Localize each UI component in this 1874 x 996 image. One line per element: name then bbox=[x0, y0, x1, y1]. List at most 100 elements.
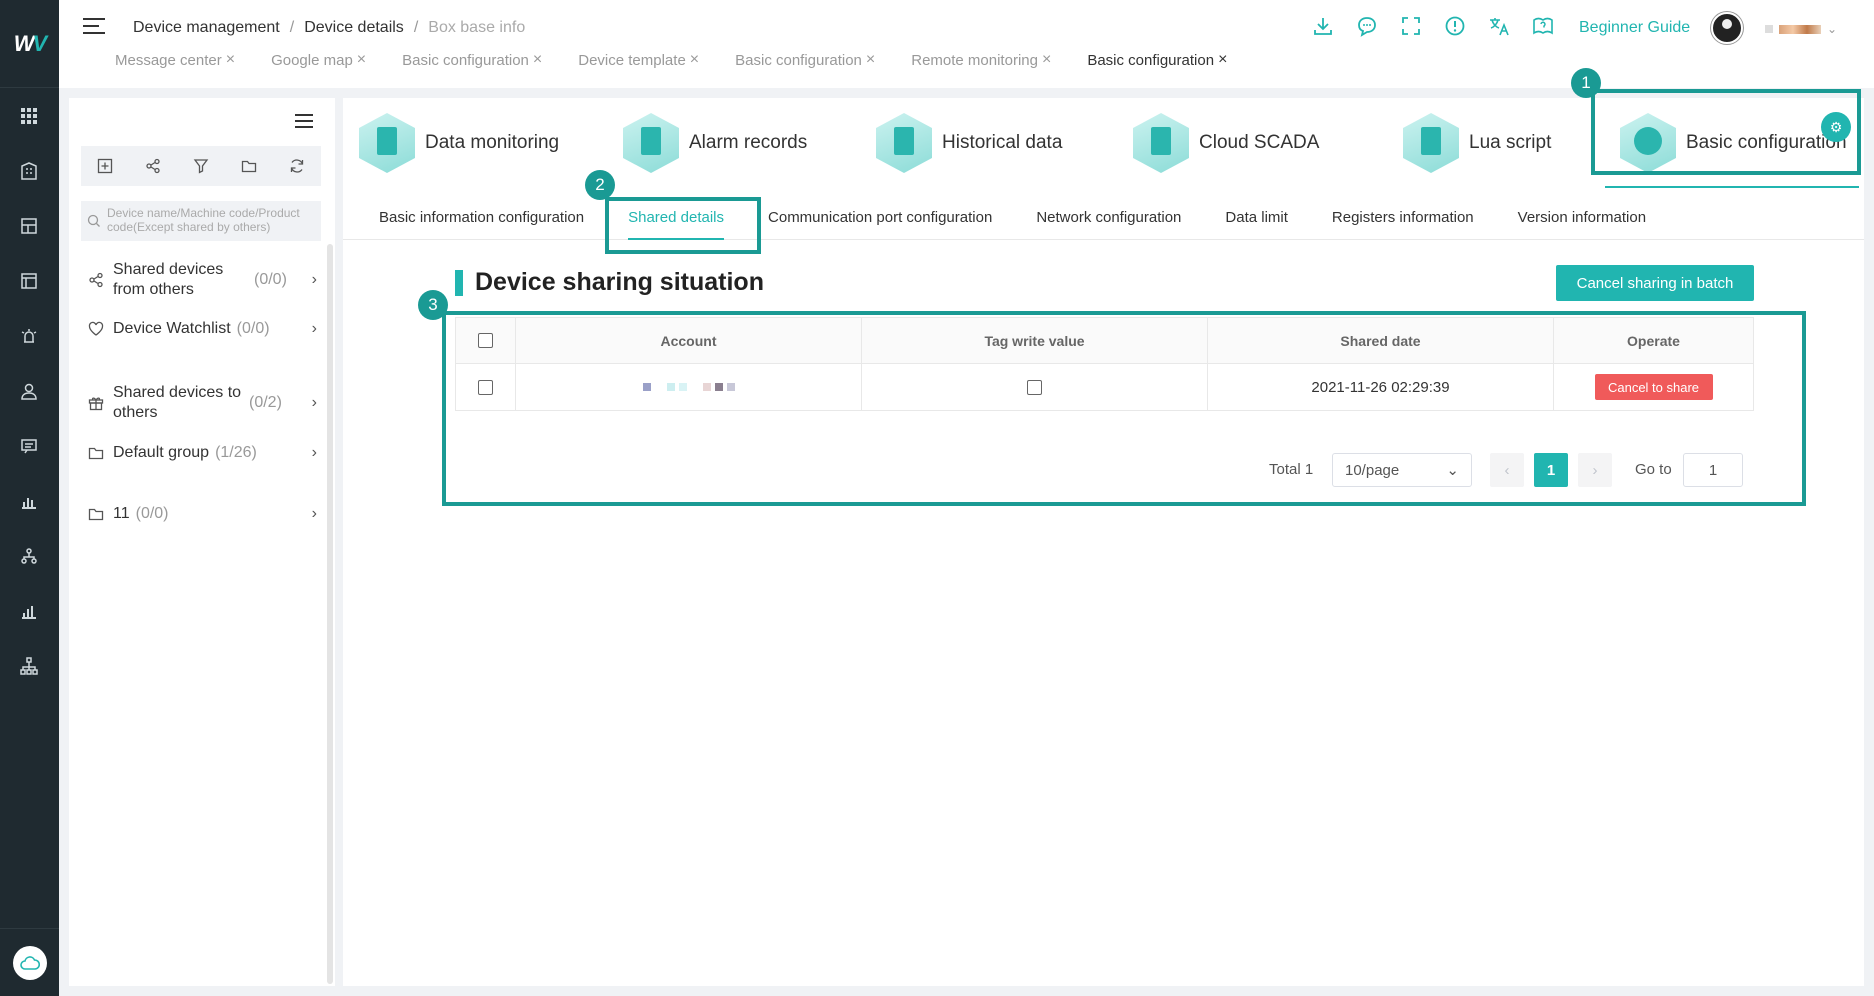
bar-chart-icon[interactable] bbox=[18, 490, 40, 512]
statistics-icon[interactable] bbox=[18, 600, 40, 622]
cancel-sharing-batch-button[interactable]: Cancel sharing in batch bbox=[1556, 265, 1754, 301]
tab-basic-configuration[interactable]: Basic configuration × bbox=[402, 51, 542, 69]
download-icon[interactable] bbox=[1311, 14, 1335, 38]
tab-label: Message center bbox=[115, 51, 222, 69]
help-book-icon[interactable] bbox=[1531, 14, 1555, 38]
sidebar-item-default-group[interactable]: Default group (1/26) › bbox=[87, 444, 317, 462]
tab-basic-configuration-active[interactable]: Basic configuration × bbox=[1087, 51, 1227, 69]
user-badge bbox=[1765, 25, 1773, 33]
message-icon[interactable] bbox=[18, 435, 40, 457]
close-icon[interactable]: × bbox=[357, 51, 366, 69]
filter-icon[interactable] bbox=[192, 157, 210, 175]
subtab-data-limit[interactable]: Data limit bbox=[1203, 196, 1310, 240]
historical-data-icon bbox=[872, 109, 936, 177]
menu-toggle-icon[interactable] bbox=[83, 18, 105, 36]
close-icon[interactable]: × bbox=[866, 51, 875, 69]
sidebar-item-count: (1/26) bbox=[215, 444, 257, 461]
annotation-badge-3: 3 bbox=[418, 290, 448, 320]
device-tree-panel: Device name/Machine code/Product code(Ex… bbox=[69, 98, 335, 986]
tab-device-template[interactable]: Device template × bbox=[578, 51, 699, 69]
tab-label: Basic configuration bbox=[735, 51, 862, 69]
sidebar-item-label: Shared devices from others bbox=[113, 261, 224, 298]
app-logo[interactable]: WV bbox=[0, 0, 59, 88]
share-icon[interactable] bbox=[144, 157, 162, 175]
module-label: Cloud SCADA bbox=[1199, 132, 1320, 153]
module-lua-script[interactable]: Lua script bbox=[1399, 106, 1551, 180]
subtab-registers-information[interactable]: Registers information bbox=[1310, 196, 1496, 240]
breadcrumb-device-management[interactable]: Device management bbox=[133, 19, 280, 37]
layout-icon[interactable] bbox=[18, 270, 40, 292]
fullscreen-icon[interactable] bbox=[1399, 14, 1423, 38]
alert-icon[interactable] bbox=[1443, 14, 1467, 38]
chevron-right-icon: › bbox=[311, 271, 317, 288]
close-icon[interactable]: × bbox=[1042, 51, 1051, 69]
collapse-panel-icon[interactable] bbox=[295, 114, 313, 130]
close-icon[interactable]: × bbox=[226, 51, 235, 69]
tab-remote-monitoring[interactable]: Remote monitoring × bbox=[911, 51, 1051, 69]
data-monitoring-icon bbox=[355, 109, 419, 177]
avatar[interactable] bbox=[1711, 12, 1743, 44]
close-icon[interactable]: × bbox=[533, 51, 542, 69]
lua-script-icon bbox=[1399, 109, 1463, 177]
annotation-badge-1: 1 bbox=[1571, 68, 1601, 98]
tab-label: Basic configuration bbox=[1087, 51, 1215, 69]
network-icon[interactable] bbox=[18, 545, 40, 567]
breadcrumb-device-details[interactable]: Device details bbox=[304, 19, 404, 37]
refresh-icon[interactable] bbox=[288, 157, 306, 175]
search-placeholder: Device name/Machine code/Product code(Ex… bbox=[107, 206, 300, 234]
cloud-status[interactable] bbox=[0, 928, 59, 996]
org-chart-icon[interactable] bbox=[18, 655, 40, 677]
top-header: Device management / Device details / Box… bbox=[59, 0, 1874, 88]
tab-label: Device template bbox=[578, 51, 686, 69]
panel-scrollbar[interactable] bbox=[327, 244, 333, 984]
tree-toolbar bbox=[81, 146, 321, 186]
subtab-communication-port[interactable]: Communication port configuration bbox=[746, 196, 1014, 240]
subtab-network-configuration[interactable]: Network configuration bbox=[1014, 196, 1203, 240]
building-icon[interactable] bbox=[18, 160, 40, 182]
annotation-box-2 bbox=[605, 197, 761, 254]
breadcrumb-current: Box base info bbox=[428, 19, 526, 36]
subtab-basic-information[interactable]: Basic information configuration bbox=[343, 196, 606, 240]
user-menu[interactable]: ⌄ bbox=[1765, 22, 1837, 36]
folder-icon bbox=[87, 505, 105, 523]
device-search-input[interactable]: Device name/Machine code/Product code(Ex… bbox=[81, 201, 321, 241]
add-icon[interactable] bbox=[96, 157, 114, 175]
breadcrumb-separator: / bbox=[289, 19, 295, 36]
module-label: Historical data bbox=[942, 132, 1063, 153]
search-icon bbox=[87, 214, 101, 228]
user-icon[interactable] bbox=[18, 380, 40, 402]
module-alarm-records[interactable]: Alarm records bbox=[619, 106, 807, 180]
sidebar-item-watchlist[interactable]: Device Watchlist (0/0) › bbox=[87, 320, 317, 338]
section-header: Device sharing situation bbox=[455, 268, 764, 297]
folder-icon[interactable] bbox=[240, 157, 258, 175]
page-tabs: Message center × Google map × Basic config… bbox=[115, 51, 1263, 69]
tab-basic-configuration[interactable]: Basic configuration × bbox=[735, 51, 875, 69]
dashboard-icon[interactable] bbox=[18, 215, 40, 237]
user-name-redacted bbox=[1779, 24, 1821, 34]
breadcrumb-separator: / bbox=[413, 19, 419, 36]
chat-icon[interactable] bbox=[1355, 14, 1379, 38]
module-data-monitoring[interactable]: Data monitoring bbox=[355, 106, 559, 180]
sidebar-item-group-11[interactable]: 11 (0/0) › bbox=[87, 505, 317, 523]
sidebar-item-shared-to-others[interactable]: Shared devices to others (0/2) › bbox=[87, 383, 317, 423]
tab-google-map[interactable]: Google map × bbox=[271, 51, 366, 69]
translate-icon[interactable] bbox=[1487, 14, 1511, 38]
module-historical-data[interactable]: Historical data bbox=[872, 106, 1062, 180]
folder-icon bbox=[87, 444, 105, 462]
beginner-guide-link[interactable]: Beginner Guide bbox=[1579, 19, 1690, 37]
sidebar-item-label: 11 bbox=[113, 505, 130, 522]
alarm-records-icon bbox=[619, 109, 683, 177]
left-rail: WV bbox=[0, 0, 59, 996]
tab-message-center[interactable]: Message center × bbox=[115, 51, 235, 69]
module-label: Data monitoring bbox=[425, 132, 560, 153]
page-title: Device sharing situation bbox=[475, 268, 764, 296]
subtab-version-information[interactable]: Version information bbox=[1496, 196, 1668, 240]
config-subtabs: Basic information configuration Shared d… bbox=[343, 196, 1864, 240]
module-cloud-scada[interactable]: Cloud SCADA bbox=[1129, 106, 1319, 180]
tab-label: Basic configuration bbox=[402, 51, 529, 69]
alarm-icon[interactable] bbox=[18, 325, 40, 347]
apps-grid-icon[interactable] bbox=[18, 105, 40, 127]
close-icon[interactable]: × bbox=[690, 51, 699, 69]
sidebar-item-shared-from-others[interactable]: Shared devices from others (0/0) › bbox=[87, 260, 317, 300]
close-icon[interactable]: × bbox=[1218, 51, 1227, 69]
